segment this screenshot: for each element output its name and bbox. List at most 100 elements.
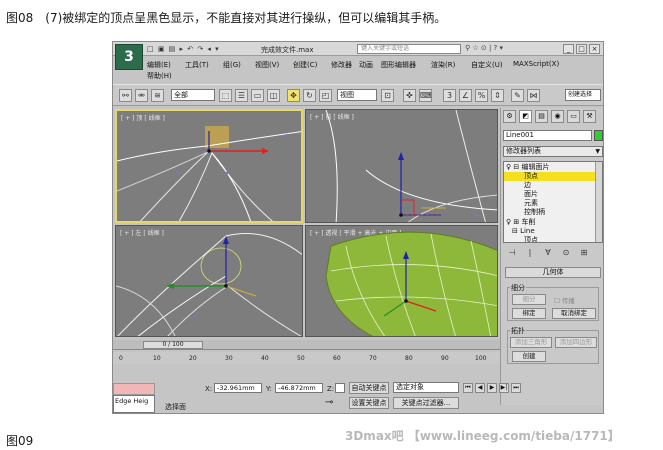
maximize-button[interactable]: □ [576, 44, 587, 54]
track-ruler[interactable]: 0 10 20 30 40 50 60 70 80 90 100 [113, 352, 500, 364]
y-label: Y: [266, 385, 272, 393]
percent-snap-icon[interactable]: % [475, 89, 488, 102]
rotate-icon[interactable]: ↻ [303, 89, 316, 102]
utilities-tab-icon[interactable]: ⚒ [583, 110, 596, 123]
select-object-icon[interactable]: ⬚ [219, 89, 232, 102]
selected-object-dropdown[interactable]: 选定对象 [393, 382, 459, 393]
hierarchy-tab-icon[interactable]: ▤ [535, 110, 548, 123]
ruler-tick: 10 [153, 355, 161, 362]
play-button[interactable]: ▶ [487, 383, 497, 393]
menu-graph-editors[interactable]: 图形编辑器 [381, 60, 416, 70]
stack-item-edit-patch[interactable]: ♀ ⊟ 编辑面片 [504, 163, 596, 172]
create-tab-icon[interactable]: ⚙ [503, 110, 516, 123]
snap-toggle-icon[interactable]: 3 [443, 89, 456, 102]
motion-tab-icon[interactable]: ◉ [551, 110, 564, 123]
app-logo-icon[interactable]: 3 [115, 44, 143, 70]
modify-tab-icon[interactable]: ◩ [519, 110, 532, 123]
caption-top: 图08 (7)被绑定的顶点呈黑色显示，不能直接对其进行操纵，但可以编辑其手柄。 [6, 9, 446, 26]
maxscript-listener[interactable]: Edge Heig [113, 395, 155, 413]
spinner-snap-icon[interactable]: ⇕ [491, 89, 504, 102]
viewport-perspective[interactable]: [ + ] 透视 [ 平滑 + 高光 + 边面 ] [305, 225, 498, 337]
create-button[interactable]: 创建 [512, 351, 546, 362]
stack-item-line-vertex[interactable]: 顶点 [504, 236, 596, 242]
stack-scrollbar[interactable] [595, 162, 602, 242]
propagate-checkbox[interactable]: ☐ 传播 [554, 295, 575, 305]
add-quad-button[interactable]: 添加四边形 [555, 337, 597, 348]
key-icon[interactable]: ⊸ [325, 397, 333, 408]
stack-item-element[interactable]: 元素 [504, 199, 596, 208]
object-name-field[interactable]: Line001 [503, 130, 592, 141]
modifier-list-dropdown[interactable]: 修改器列表 ▼ [503, 146, 603, 157]
menu-edit[interactable]: 编辑(E) [147, 60, 171, 70]
angle-snap-icon[interactable]: ∠ [459, 89, 472, 102]
title-icons[interactable]: ⚲ ☆ ⊙ | ? ▾ [465, 44, 503, 52]
unlink-icon[interactable]: ⚮ [135, 89, 148, 102]
remove-modifier-icon[interactable]: ⊙ [559, 248, 573, 260]
front-view-wireframe [325, 110, 497, 222]
minimize-button[interactable]: _ [563, 44, 574, 54]
ref-coord-dropdown[interactable]: 视图 [337, 89, 377, 101]
quick-access-toolbar[interactable]: □ ▣ ▤ ▸ ↶ ↷ ◂ ▾ [147, 45, 220, 53]
unbind-button[interactable]: 取消绑定 [552, 308, 596, 319]
figure-number: 图08 [6, 11, 34, 25]
show-end-result-icon[interactable]: | [523, 248, 537, 260]
edit-named-sets-icon[interactable]: ✎ [511, 89, 524, 102]
move-icon[interactable]: ✥ [287, 89, 300, 102]
frame-counter[interactable]: 0 / 100 [143, 341, 203, 349]
bind-spacewarp-icon[interactable]: ≋ [151, 89, 164, 102]
select-manipulate-icon[interactable]: ✜ [403, 89, 416, 102]
named-selection-dropdown[interactable]: 创建选择 [565, 89, 601, 101]
previous-frame-button[interactable]: ◀ [475, 383, 485, 393]
scale-icon[interactable]: ◰ [319, 89, 332, 102]
geometry-rollout-header[interactable]: 几何体 [505, 267, 601, 278]
next-frame-button[interactable]: ▶| [499, 383, 509, 393]
subdivide-button[interactable]: 细分 [512, 294, 546, 305]
go-to-start-button[interactable]: ⏮ [463, 383, 473, 393]
viewport-left[interactable]: [ + ] 左 [ 线框 ] [115, 225, 303, 337]
make-unique-icon[interactable]: ∀ [541, 248, 555, 260]
menu-maxscript[interactable]: MAXScript(X) [513, 60, 559, 68]
close-button[interactable]: × [589, 44, 600, 54]
z-coord-field[interactable] [335, 383, 345, 393]
pivot-center-icon[interactable]: ⊡ [381, 89, 394, 102]
rect-selection-icon[interactable]: ▭ [251, 89, 264, 102]
object-color-swatch[interactable] [594, 130, 603, 141]
stack-item-line[interactable]: ⊟ Line [504, 227, 596, 236]
menu-modifiers[interactable]: 修改器 [331, 60, 352, 70]
key-filters-button[interactable]: 关键点过滤器... [393, 397, 459, 409]
x-coord-field[interactable]: -32.961mm [214, 383, 262, 393]
window-crossing-icon[interactable]: ◫ [267, 89, 280, 102]
y-coord-field[interactable]: -46.872mm [275, 383, 323, 393]
stack-item-edge[interactable]: 边 [504, 181, 596, 190]
set-key-button[interactable]: 设置关键点 [349, 397, 389, 409]
menu-views[interactable]: 视图(V) [255, 60, 279, 70]
viewport-top[interactable]: [ + ] 顶 [ 线框 ] [115, 109, 303, 223]
menu-rendering[interactable]: 渲染(R) [431, 60, 455, 70]
pin-stack-icon[interactable]: ⊣ [505, 248, 519, 260]
bind-button[interactable]: 绑定 [512, 308, 546, 319]
selection-filter-dropdown[interactable]: 全部 [171, 89, 215, 101]
link-icon[interactable]: ⚯ [119, 89, 132, 102]
stack-item-lathe[interactable]: ♀ ⊞ 车削 [504, 218, 596, 227]
time-slider[interactable]: 0 / 100 [113, 340, 500, 350]
mirror-icon[interactable]: ⋈ [527, 89, 540, 102]
main-toolbar: ⚯ ⚮ ≋ 全部 ⬚ ☰ ▭ ◫ ✥ ↻ ◰ 视图 ⊡ ✜ ⌨ 3 ∠ % ⇕ … [113, 84, 603, 106]
menu-create[interactable]: 创建(C) [293, 60, 317, 70]
menu-help[interactable]: 帮助(H) [147, 71, 172, 81]
menu-customize[interactable]: 自定义(U) [471, 60, 503, 70]
viewport-front[interactable]: [ + ] 前 [ 线框 ] [305, 109, 498, 223]
configure-sets-icon[interactable]: ⊞ [577, 248, 591, 260]
add-triangle-button[interactable]: 添加三角形 [510, 337, 552, 348]
display-tab-icon[interactable]: ▭ [567, 110, 580, 123]
stack-item-handle[interactable]: 控制柄 [504, 208, 596, 217]
auto-key-button[interactable]: 自动关键点 [349, 382, 389, 394]
menu-tools[interactable]: 工具(T) [185, 60, 209, 70]
help-search-input[interactable]: 键入关键字或短语 [357, 44, 461, 54]
keyboard-shortcut-icon[interactable]: ⌨ [419, 89, 432, 102]
stack-item-vertex[interactable]: 顶点 [504, 172, 596, 181]
menu-animation[interactable]: 动画 [359, 60, 373, 70]
stack-item-patch[interactable]: 面片 [504, 190, 596, 199]
select-by-name-icon[interactable]: ☰ [235, 89, 248, 102]
menu-group[interactable]: 组(G) [223, 60, 241, 70]
go-to-end-button[interactable]: ⏭ [511, 383, 521, 393]
